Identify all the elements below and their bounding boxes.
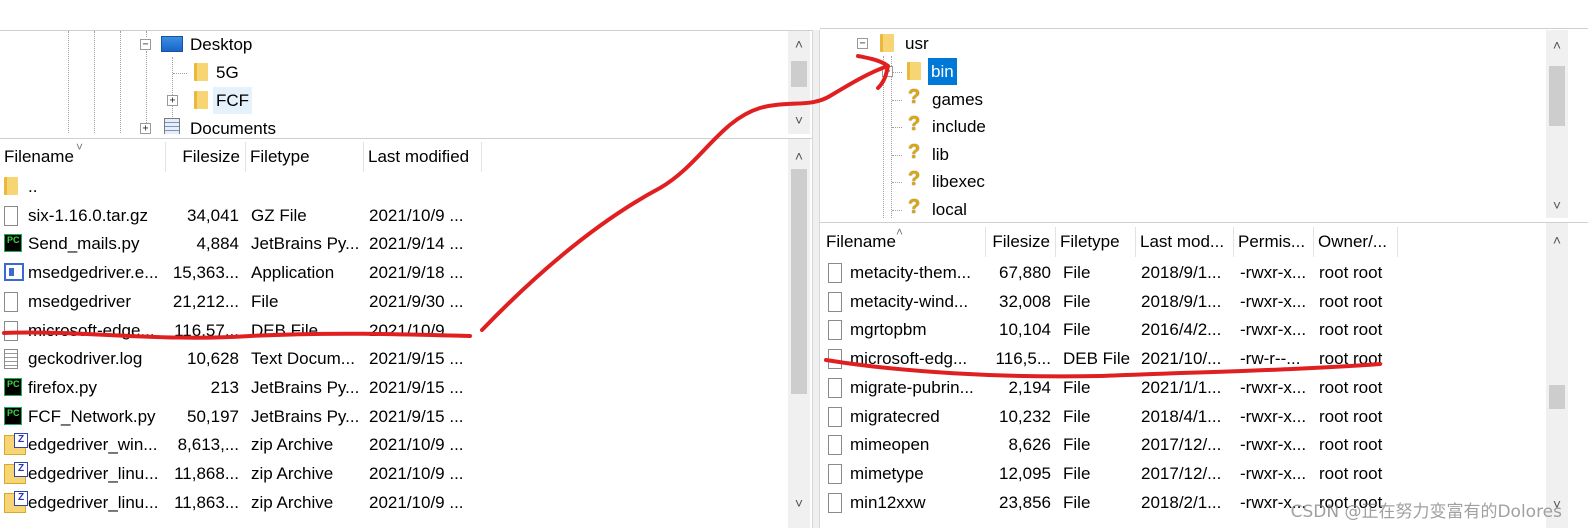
- underline-left-annotation: [2, 330, 472, 340]
- underline-right-annotation: [824, 358, 1382, 379]
- annotation-overlay: [2, 54, 1382, 379]
- transfer-arrow-annotation: [480, 54, 890, 332]
- watermark: CSDN @正在努力变富有的Dolores: [1290, 502, 1562, 522]
